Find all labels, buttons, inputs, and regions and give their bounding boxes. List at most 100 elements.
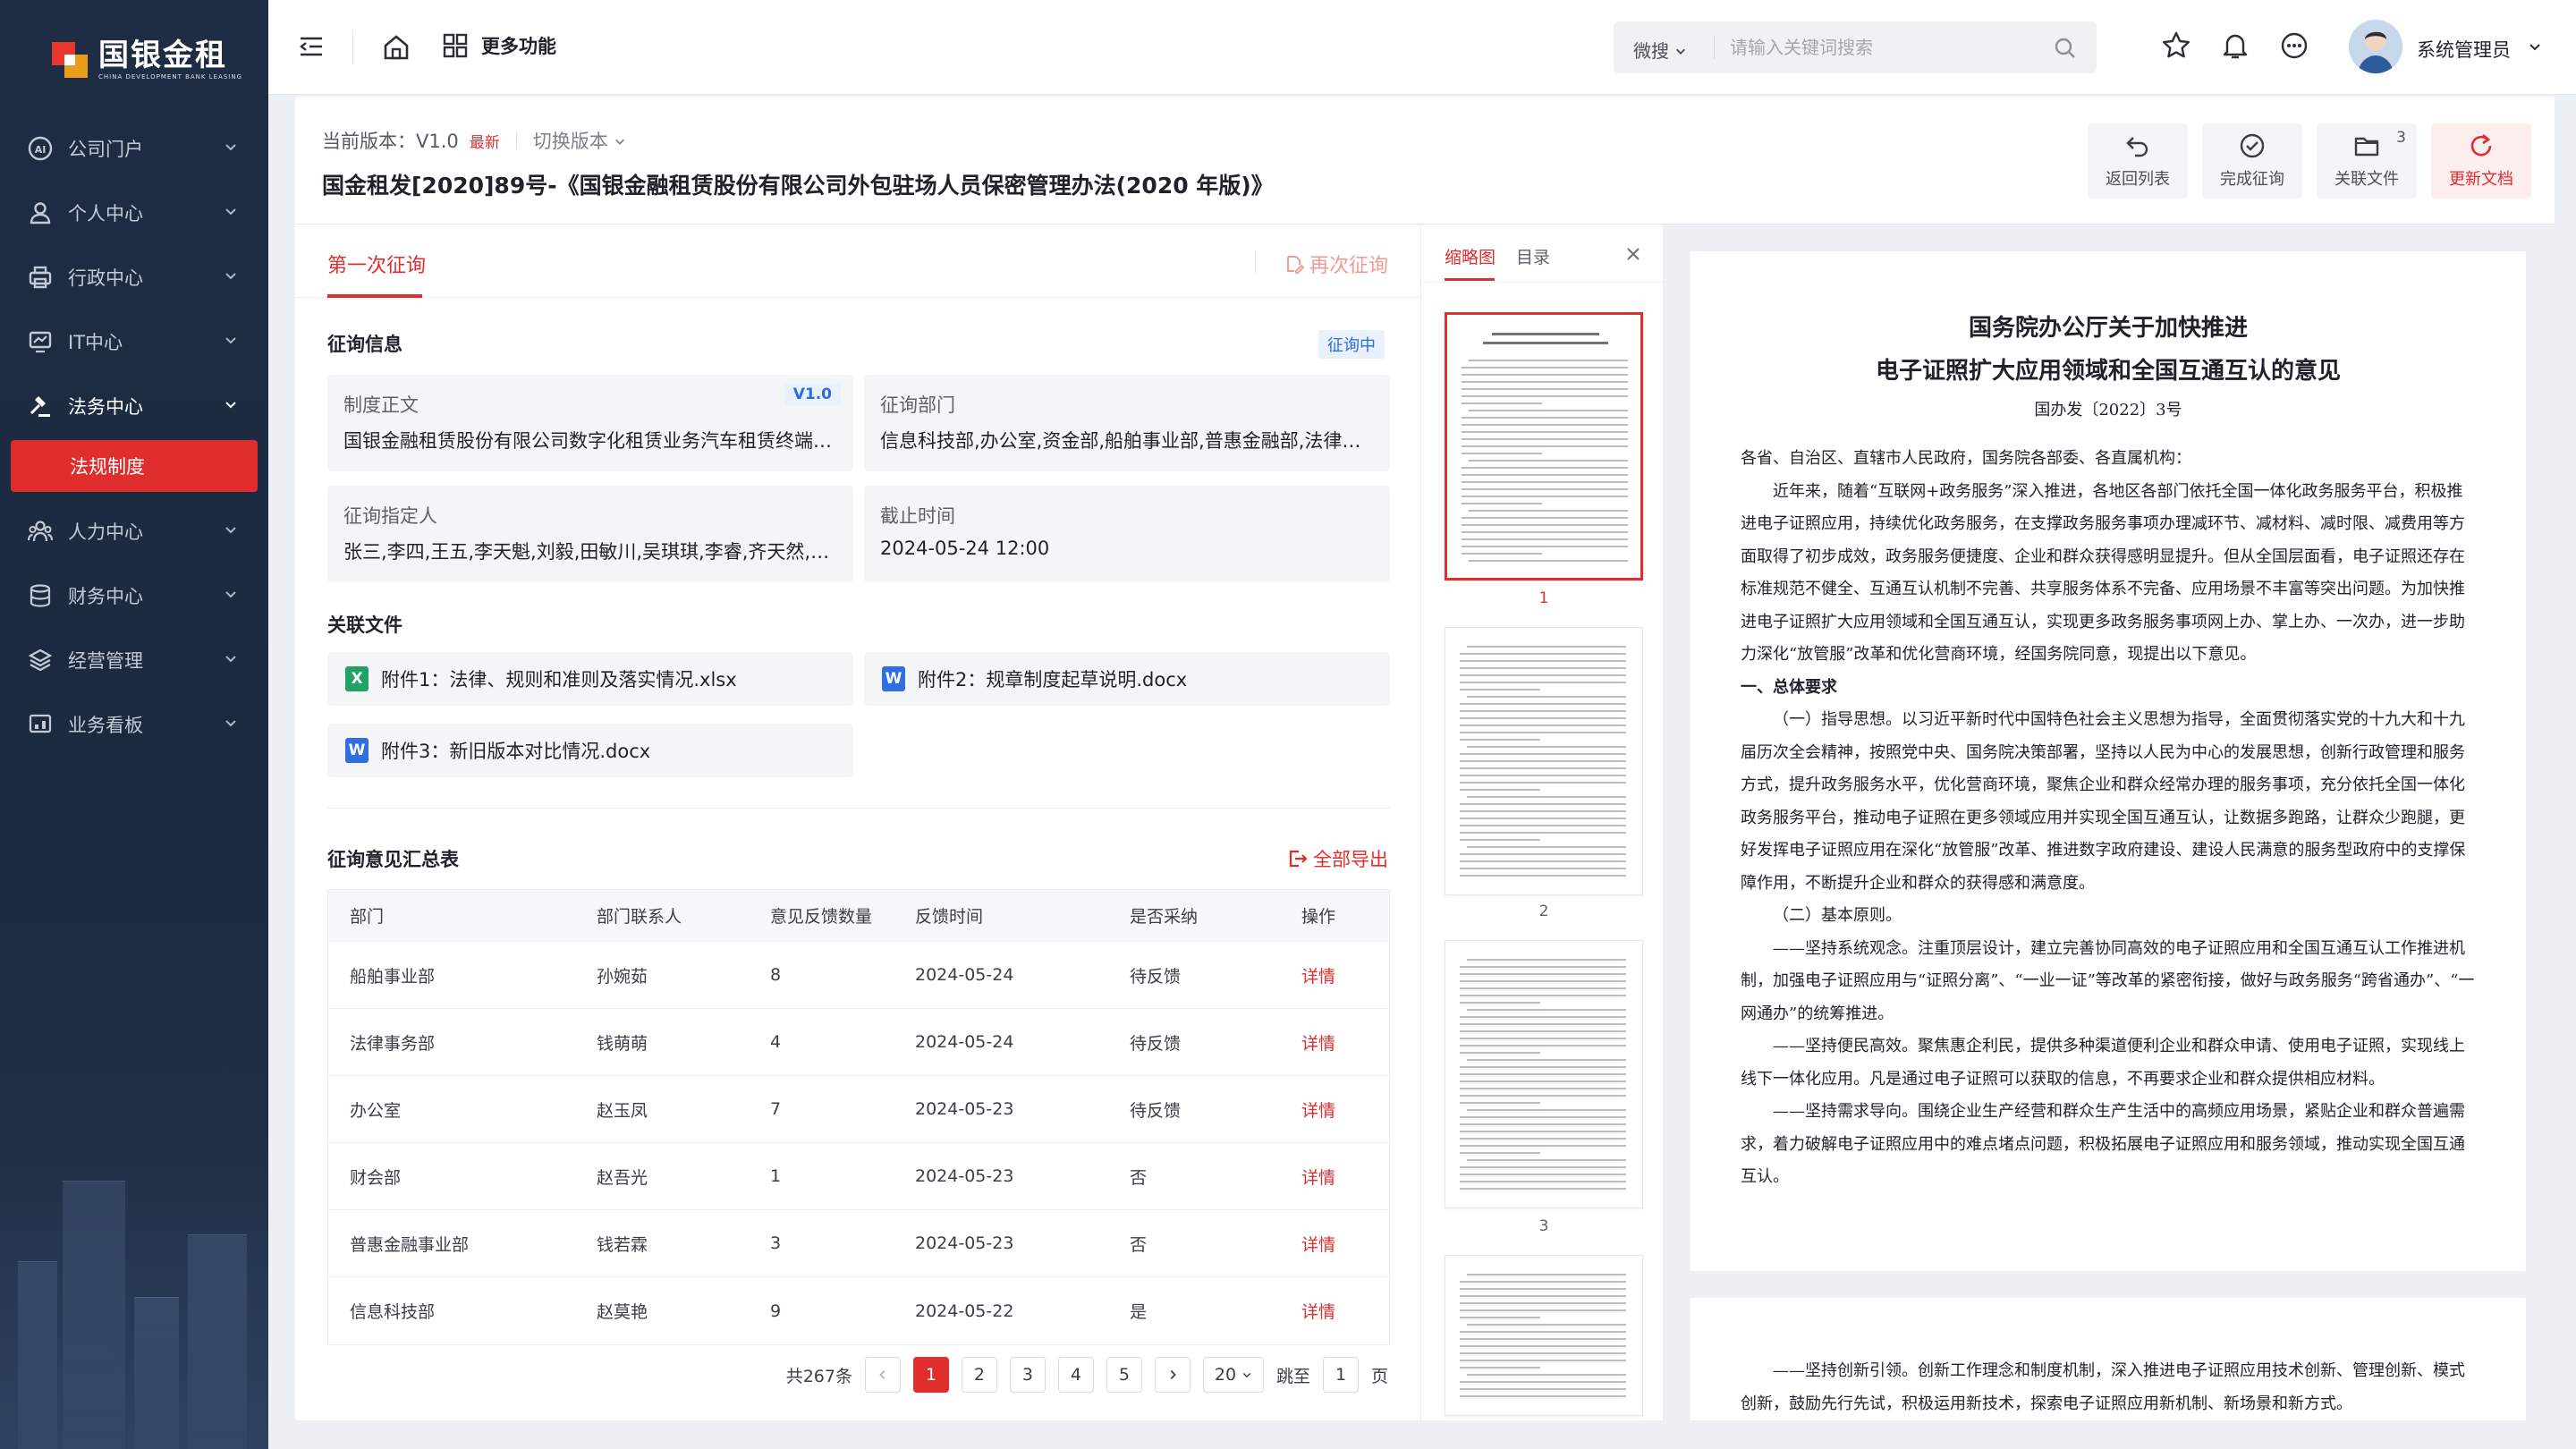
- tab-toc[interactable]: 目录: [1516, 244, 1550, 268]
- switch-version-button[interactable]: 切换版本: [533, 127, 627, 154]
- sidebar-item-personal[interactable]: 个人中心: [0, 181, 268, 245]
- cell-contact: 孙婉茹: [597, 966, 648, 987]
- sidebar-item-it[interactable]: IT中心: [0, 309, 268, 374]
- sidebar-subitem-regulations[interactable]: 法规制度: [11, 440, 258, 492]
- detail-link[interactable]: 详情: [1301, 1232, 1389, 1256]
- detail-link[interactable]: 详情: [1301, 1165, 1389, 1189]
- brand-logo[interactable]: 国银金租 CHINA DEVELOPMENT BANK LEASING: [52, 39, 242, 80]
- complete-consult-button[interactable]: 完成征询: [2202, 123, 2302, 199]
- prev-page-button[interactable]: [864, 1357, 901, 1393]
- star-icon[interactable]: [2161, 30, 2191, 61]
- export-icon: [1289, 850, 1308, 868]
- sidebar-item-legal[interactable]: 法务中心: [0, 374, 268, 438]
- thumbnail-page-number: 3: [1538, 1217, 1549, 1235]
- column-header: 操作: [1301, 907, 1336, 927]
- preview-paragraph: ——坚持创新引领。创新工作理念和制度机制，深入推进电子证照应用技术创新、管理创新…: [1741, 1361, 2465, 1413]
- tab-consult-again[interactable]: 再次征询: [1284, 250, 1388, 278]
- field-regulation-text[interactable]: V1.0 制度正文 国银金融租赁股份有限公司数字化租赁业务汽车租赁终端管理办法（…: [327, 375, 853, 471]
- latest-badge: 最新: [469, 133, 500, 152]
- thumbnail-text-line: [1462, 517, 1628, 519]
- detail-link[interactable]: 详情: [1301, 963, 1389, 987]
- thumbnail-text-line: [1460, 1088, 1626, 1089]
- page-size-select[interactable]: 20: [1202, 1357, 1264, 1393]
- thumbnail-text-line: [1460, 682, 1626, 683]
- preview-heading: 一、总体要求: [1741, 677, 1837, 697]
- avatar[interactable]: [2349, 20, 2402, 73]
- status-badge: 征询中: [1318, 330, 1385, 359]
- sidebar-item-operations[interactable]: 经营管理: [0, 628, 268, 692]
- chevron-down-icon: [1242, 1372, 1251, 1378]
- table-row: 办公室 赵玉凤 7 2024-05-23 待反馈 详情: [328, 1076, 1389, 1143]
- chevron-down-icon[interactable]: [2528, 39, 2542, 54]
- thumbnail-text-line: [1462, 481, 1628, 483]
- update-document-button[interactable]: 更新文档: [2431, 123, 2531, 199]
- table-row: 法律事务部 钱萌萌 4 2024-05-24 待反馈 详情: [328, 1009, 1389, 1076]
- cell-time: 2024-05-23: [915, 1233, 1014, 1253]
- page-thumbnail[interactable]: [1445, 940, 1643, 1208]
- detail-link[interactable]: 详情: [1301, 1299, 1389, 1323]
- ai-icon: AI: [27, 135, 54, 162]
- home-icon[interactable]: [381, 32, 411, 63]
- version-bar: 当前版本：V1.0 最新 切换版本: [322, 127, 626, 154]
- preview-page: ——坚持创新引领。创新工作理念和制度机制，深入推进电子证照应用技术创新、管理创新…: [1690, 1298, 2526, 1420]
- next-page-button[interactable]: [1154, 1357, 1191, 1393]
- thumbnail-text-line: [1460, 810, 1626, 812]
- cell-count: 7: [770, 1099, 782, 1119]
- thumbnail-text-line: [1460, 653, 1626, 655]
- thumbnail-text-line: [1467, 1159, 1626, 1161]
- related-files-button[interactable]: 3 关联文件: [2317, 123, 2417, 199]
- sidebar-item-finance[interactable]: 财务中心: [0, 564, 268, 628]
- detail-link[interactable]: 详情: [1301, 1097, 1389, 1122]
- more-chat-icon[interactable]: [2279, 30, 2309, 61]
- page-button[interactable]: 2: [961, 1357, 997, 1393]
- file-item[interactable]: W 附件2：规章制度起草说明.docx: [864, 652, 1390, 706]
- page-thumbnail[interactable]: [1445, 627, 1643, 895]
- undo-icon: [2126, 137, 2148, 157]
- tab-thumbnails[interactable]: 缩略图: [1445, 244, 1496, 268]
- thumbnail-text-line: [1467, 646, 1626, 648]
- search-scope-select[interactable]: 微搜: [1633, 37, 1687, 63]
- page-button[interactable]: 1: [912, 1357, 949, 1393]
- sidebar-item-portal[interactable]: AI 公司门户: [0, 116, 268, 181]
- jump-input[interactable]: 1: [1322, 1357, 1359, 1393]
- sidebar-item-hr[interactable]: 人力中心: [0, 499, 268, 564]
- thumbnail-text-line: [1467, 959, 1626, 961]
- page-thumbnail[interactable]: [1445, 312, 1643, 580]
- complete-consult-label: 完成征询: [2220, 170, 2284, 189]
- search-icon[interactable]: [2054, 37, 2077, 60]
- page-button[interactable]: 3: [1009, 1357, 1046, 1393]
- thumbnail-text-line: [1460, 1352, 1626, 1354]
- back-to-list-button[interactable]: 返回列表: [2088, 123, 2188, 199]
- field-deadline: 截止时间 2024-05-24 12:00: [864, 486, 1390, 582]
- file-item[interactable]: X 附件1：法律、规则和准则及落实情况.xlsx: [327, 652, 853, 706]
- thumbnail-text-line: [1462, 395, 1628, 397]
- bell-icon[interactable]: [2220, 30, 2250, 61]
- chevron-left-icon: [879, 1370, 886, 1379]
- excel-file-icon: X: [345, 666, 369, 691]
- consult-info-title: 征询信息: [327, 334, 402, 355]
- search-input[interactable]: [1730, 32, 2043, 63]
- thumbnail-text-line: [1469, 360, 1628, 361]
- page-thumbnail[interactable]: [1445, 1255, 1643, 1416]
- sidebar-item-dashboard[interactable]: 业务看板: [0, 692, 268, 757]
- layers-icon: [27, 647, 54, 674]
- thumbnail-text-line: [1460, 1030, 1626, 1032]
- more-functions-button[interactable]: 更多功能: [442, 32, 556, 59]
- page-button[interactable]: 4: [1057, 1357, 1094, 1393]
- cell-contact: 赵莫艳: [597, 1302, 648, 1322]
- sidebar-item-label: 人力中心: [68, 521, 143, 543]
- user-icon: [27, 199, 54, 226]
- file-item[interactable]: W 附件3：新旧版本对比情况.docx: [327, 724, 853, 777]
- export-all-button[interactable]: 全部导出: [1288, 845, 1388, 872]
- close-icon[interactable]: [1625, 246, 1641, 262]
- word-file-icon: W: [882, 666, 905, 691]
- consult-tabs: 第一次征询 再次征询: [295, 225, 1420, 298]
- thumbnail-text-line: [1462, 474, 1628, 476]
- tab-first-consult[interactable]: 第一次征询: [327, 250, 426, 278]
- detail-link[interactable]: 详情: [1301, 1030, 1389, 1055]
- user-name[interactable]: 系统管理员: [2417, 36, 2511, 63]
- menu-collapse-icon[interactable]: [297, 32, 326, 61]
- sidebar-item-admin[interactable]: 行政中心: [0, 245, 268, 309]
- page-button[interactable]: 5: [1106, 1357, 1142, 1393]
- thumbnail-text-line: [1460, 1131, 1626, 1132]
